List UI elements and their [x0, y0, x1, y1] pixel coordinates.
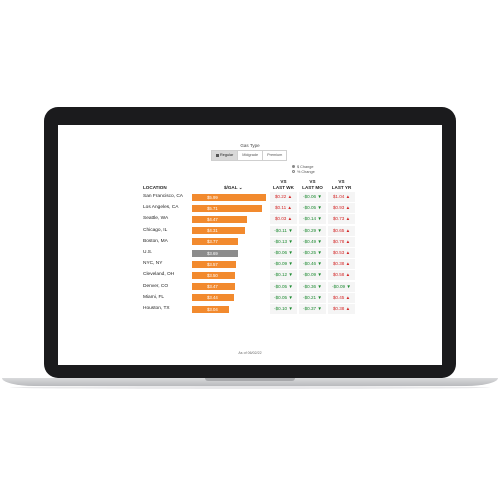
header-vs-last-yr: VS LAST YR — [331, 179, 352, 190]
change-vs-last-wk: $0.22 ▲ — [270, 192, 297, 202]
change-vs-last-mo: -$0.09 ▼ — [299, 270, 326, 281]
gas-type-title: Gas Type — [240, 143, 260, 148]
change-vs-last-wk: -$0.13 ▼ — [270, 236, 297, 247]
table-row[interactable]: NYC, NY $3.57 -$0.09 ▼ -$0.46 ▼ $0.38 ▲ — [143, 259, 363, 270]
price-label: $3.47 — [207, 284, 218, 290]
change-vs-last-wk: -$0.06 ▼ — [270, 248, 297, 258]
radio-unselected-icon — [292, 170, 295, 173]
price-bar: $3.04 — [192, 305, 230, 313]
price-bar: $3.69 — [192, 249, 238, 257]
table-row[interactable]: U.S. $3.69 -$0.06 ▼ -$0.25 ▼ $0.53 ▲ — [143, 248, 363, 258]
laptop-shadow — [10, 386, 490, 389]
price-bar: $3.47 — [192, 283, 235, 291]
change-vs-last-yr: $0.78 ▲ — [328, 236, 355, 247]
change-vs-last-wk: -$0.09 ▼ — [270, 259, 297, 270]
table-row[interactable]: Boston, MA $3.77 -$0.13 ▼ -$0.49 ▼ $0.78 ▲ — [143, 236, 363, 247]
change-vs-last-yr: $0.65 ▲ — [328, 225, 355, 236]
change-vs-last-mo: -$0.14 ▼ — [299, 214, 326, 225]
price-bar: $4.31 — [192, 227, 246, 235]
change-vs-last-yr: $0.38 ▲ — [328, 304, 355, 314]
price-label: $4.31 — [207, 228, 218, 234]
price-label: $5.99 — [207, 194, 218, 200]
price-bar: $4.47 — [192, 215, 248, 223]
change-vs-last-yr: $0.53 ▲ — [328, 248, 355, 258]
table-row[interactable]: Chicago, IL $4.31 -$0.11 ▼ -$0.29 ▼ $0.65 ▲ — [143, 225, 363, 236]
change-vs-last-mo: -$0.37 ▼ — [299, 304, 326, 314]
table-row[interactable]: Houston, TX $3.04 -$0.10 ▼ -$0.37 ▼ $0.38 ▲ — [143, 304, 363, 314]
header-vs-last-mo: VS LAST MO — [302, 179, 323, 190]
change-vs-last-wk: -$0.12 ▼ — [270, 270, 297, 281]
table-row[interactable]: San Francisco, CA $5.99 $0.22 ▲ -$0.06 ▼ $1.… — [143, 192, 363, 202]
table-row[interactable]: Cleveland, OH $3.50 -$0.12 ▼ -$0.09 ▼ $0.58 … — [143, 270, 363, 281]
price-bar: $5.71 — [192, 204, 263, 212]
radio-percent-change[interactable]: % Change — [292, 169, 315, 174]
tab-regular[interactable]: Regular — [212, 151, 239, 160]
change-vs-last-wk: -$0.05 ▼ — [270, 281, 297, 292]
change-vs-last-yr: $0.73 ▲ — [328, 214, 355, 225]
price-bar: $3.57 — [192, 260, 237, 268]
location-label: San Francisco, CA — [143, 194, 183, 199]
header-vs-last-wk: VS LAST WK — [273, 179, 294, 190]
change-vs-last-mo: -$0.36 ▼ — [299, 281, 326, 292]
location-label: Chicago, IL — [143, 227, 168, 233]
as-of-date: As of 06/02/22 — [238, 351, 262, 355]
table-row[interactable]: Miami, FL $3.44 -$0.05 ▼ -$0.21 ▼ $0.45 ▲ — [143, 292, 363, 303]
gas-type-tabs: Regular Midgrade Premium — [211, 150, 288, 161]
laptop-screen: Gas Type Regular Midgrade Premium $ Chan… — [58, 125, 442, 365]
change-vs-last-wk: $0.11 ▲ — [270, 203, 297, 214]
location-label: Los Angeles, CA — [143, 205, 179, 211]
tab-midgrade[interactable]: Midgrade — [238, 151, 264, 160]
price-label: $4.47 — [207, 216, 218, 222]
price-label: $5.71 — [207, 205, 218, 211]
table-row[interactable]: Seattle, WA $4.47 $0.03 ▲ -$0.14 ▼ $0.73 ▲ — [143, 214, 363, 225]
location-label: Boston, MA — [143, 238, 168, 244]
change-vs-last-wk: -$0.10 ▼ — [270, 304, 297, 314]
change-vs-last-mo: -$0.21 ▼ — [299, 292, 326, 303]
change-vs-last-mo: -$0.06 ▼ — [299, 192, 326, 202]
header-location: LOCATION — [143, 185, 167, 190]
change-vs-last-yr: $0.38 ▲ — [328, 259, 355, 270]
change-vs-last-mo: -$0.25 ▼ — [299, 248, 326, 258]
change-vs-last-yr: $0.93 ▲ — [328, 203, 355, 214]
change-vs-last-yr: $1.04 ▲ — [328, 192, 355, 202]
check-icon — [216, 153, 219, 157]
price-label: $3.50 — [207, 272, 218, 278]
price-label: $3.77 — [207, 239, 218, 245]
location-label: Houston, TX — [143, 306, 170, 311]
change-vs-last-mo: -$0.29 ▼ — [299, 225, 326, 236]
change-vs-last-mo: -$0.46 ▼ — [299, 259, 326, 270]
change-vs-last-mo: -$0.05 ▼ — [299, 203, 326, 214]
radio-selected-icon — [292, 165, 295, 168]
sort-icon: ⌄ — [237, 185, 243, 190]
price-bar: $3.77 — [192, 238, 239, 246]
price-bar: $3.44 — [192, 294, 235, 302]
table-row[interactable]: Los Angeles, CA $5.71 $0.11 ▲ -$0.05 ▼ $0.93… — [143, 203, 363, 214]
price-label: $3.69 — [207, 250, 218, 256]
header-price[interactable]: $/GAL ⌄ — [224, 185, 243, 191]
change-vs-last-wk: -$0.11 ▼ — [270, 225, 297, 236]
change-vs-last-wk: $0.03 ▲ — [270, 214, 297, 225]
location-label: NYC, NY — [143, 261, 163, 267]
table-row[interactable]: Denver, CO $3.47 -$0.05 ▼ -$0.36 ▼ -$0.09 ▼ — [143, 281, 363, 292]
price-label: $3.04 — [207, 306, 218, 312]
change-vs-last-yr: -$0.09 ▼ — [328, 281, 355, 292]
location-label: Miami, FL — [143, 294, 165, 300]
change-vs-last-yr: $0.45 ▲ — [328, 292, 355, 303]
location-label: Seattle, WA — [143, 216, 169, 222]
price-label: $3.57 — [207, 261, 218, 267]
change-vs-last-wk: -$0.05 ▼ — [270, 292, 297, 303]
price-bar: $5.99 — [192, 193, 266, 201]
change-vs-last-yr: $0.58 ▲ — [328, 270, 355, 281]
location-label: Denver, CO — [143, 283, 169, 289]
price-bar: $3.50 — [192, 271, 236, 279]
laptop-notch — [205, 378, 295, 381]
change-mode-radios: $ Change % Change — [292, 164, 315, 174]
change-vs-last-mo: -$0.49 ▼ — [299, 236, 326, 247]
price-label: $3.44 — [207, 295, 218, 301]
location-label: Cleveland, OH — [143, 272, 175, 278]
location-label: U.S. — [143, 250, 153, 255]
tab-premium[interactable]: Premium — [263, 151, 286, 160]
